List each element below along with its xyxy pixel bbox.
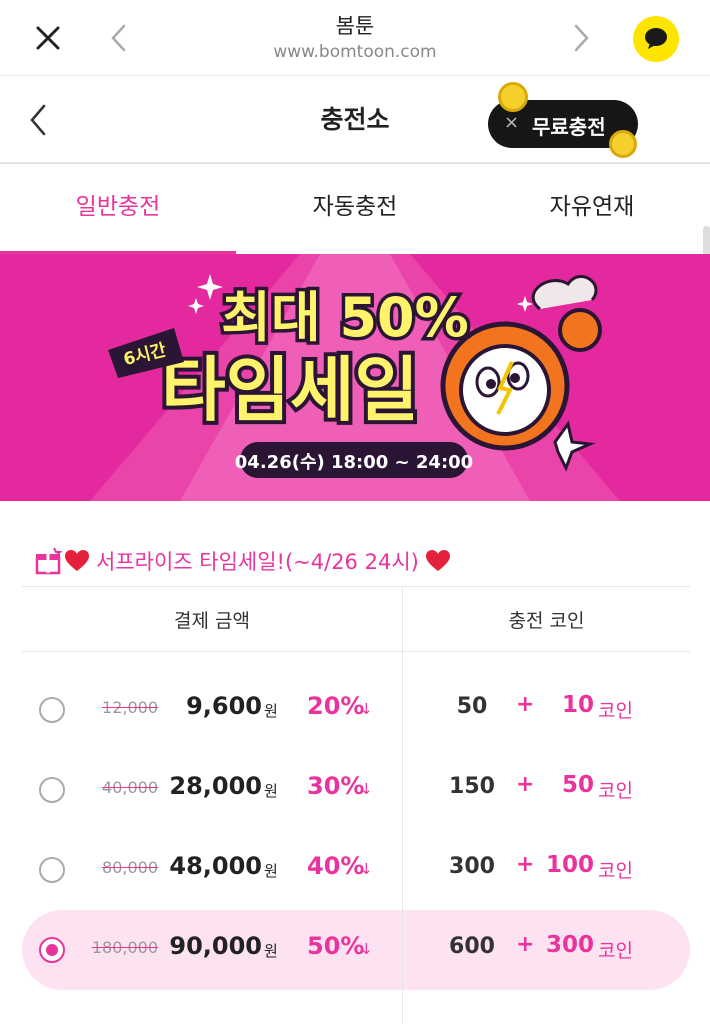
- banner-art: 최대 50% 타임세일 6시간 04.26(수) 18:00 ~ 24:00: [90, 254, 620, 501]
- header-payment: 결제 금액: [174, 610, 250, 632]
- charge-tabs: 일반충전 자동충전 자유연재: [0, 164, 710, 254]
- base-coins: 300: [449, 854, 495, 879]
- sale-price: 9,600: [186, 692, 262, 720]
- currency-unit: 원: [264, 942, 278, 960]
- radio-dot: [46, 944, 58, 956]
- coin-unit: 코인: [598, 860, 633, 882]
- coin-unit: 코인: [598, 700, 633, 722]
- currency-unit: 원: [264, 702, 278, 720]
- price-row-selected[interactable]: 180,000 90,000 원 50% ↓ 600 + 300 코인: [22, 910, 690, 990]
- currency-unit: 원: [264, 862, 278, 880]
- discount-rate: 20%: [307, 692, 365, 720]
- radio-button[interactable]: [39, 777, 65, 803]
- banner-headline: 최대 50%: [221, 286, 468, 349]
- divider: [22, 586, 690, 587]
- coin-icon: [498, 82, 528, 112]
- column-divider: [402, 586, 403, 1024]
- base-coins: 50: [456, 694, 488, 719]
- page-header: 충전소 × 무료충전 C: [0, 76, 710, 210]
- free-charge-label: 무료충전: [532, 115, 606, 139]
- bonus-coins: 10: [561, 692, 594, 718]
- price-row[interactable]: 12,000 9,600 원 20% ↓ 50 + 10 코인: [22, 670, 690, 750]
- radio-button[interactable]: [39, 857, 65, 883]
- price-row[interactable]: 40,000 28,000 원 30% ↓ 150 + 50 코인: [22, 750, 690, 830]
- price-table: 결제 금액 충전 코인 12,000 9,600 원 20% ↓ 50 + 10…: [22, 586, 690, 1024]
- banner-title: 타임세일: [161, 349, 419, 431]
- time-sale-banner[interactable]: 최대 50% 타임세일 6시간 04.26(수) 18:00 ~ 24:00: [0, 254, 710, 501]
- sale-price: 28,000: [169, 772, 262, 800]
- plus-sign: +: [516, 852, 535, 877]
- discount-rate: 40%: [307, 852, 365, 880]
- header-coins: 충전 코인: [508, 610, 585, 632]
- promo-title: 서프라이즈 타임세일!(~4/26 24시): [34, 544, 451, 578]
- original-price: 40,000: [102, 778, 158, 797]
- browser-url[interactable]: www.bomtoon.com: [0, 42, 710, 62]
- bonus-coins: 50: [561, 772, 594, 798]
- currency-unit: 원: [264, 782, 278, 800]
- heart-icon: [425, 550, 450, 571]
- radio-button-checked[interactable]: [39, 937, 65, 963]
- plus-sign: +: [516, 772, 535, 797]
- radio-button[interactable]: [39, 697, 65, 723]
- down-arrow-icon: ↓: [360, 860, 373, 878]
- original-price: 180,000: [91, 938, 158, 957]
- bonus-coins: 100: [545, 852, 594, 878]
- heart-icon: [65, 550, 89, 571]
- bonus-coins: 300: [545, 932, 594, 958]
- discount-rate: 30%: [307, 772, 365, 800]
- coin-unit: 코인: [598, 780, 633, 802]
- kakao-talk-button[interactable]: [633, 16, 679, 62]
- original-price: 12,000: [102, 698, 158, 717]
- sale-price: 48,000: [169, 852, 262, 880]
- kakao-talk-icon: [645, 28, 667, 49]
- down-arrow-icon: ↓: [360, 700, 373, 718]
- plus-sign: +: [516, 932, 535, 957]
- close-popup-icon[interactable]: ×: [504, 112, 519, 133]
- coin-unit: 코인: [598, 940, 633, 962]
- tab-auto-charge[interactable]: 자동충전: [237, 164, 473, 254]
- gift-icon: [35, 547, 63, 575]
- tab-normal-charge[interactable]: 일반충전: [0, 164, 236, 254]
- divider: [22, 651, 690, 652]
- sale-price: 90,000: [169, 932, 262, 960]
- base-coins: 150: [449, 774, 495, 799]
- promo-text: 서프라이즈 타임세일!(~4/26 24시): [96, 550, 419, 574]
- forward-icon[interactable]: [566, 20, 596, 56]
- original-price: 80,000: [102, 858, 158, 877]
- browser-bar: 봄툰 www.bomtoon.com: [0, 0, 710, 76]
- coin-icon: [609, 130, 637, 158]
- tab-free-serial[interactable]: 자유연재: [474, 164, 710, 254]
- price-row[interactable]: 80,000 48,000 원 40% ↓ 300 + 100 코인: [22, 830, 690, 910]
- discount-rate: 50%: [307, 932, 365, 960]
- down-arrow-icon: ↓: [360, 940, 373, 958]
- browser-title: 봄툰: [335, 14, 375, 38]
- down-arrow-icon: ↓: [360, 780, 373, 798]
- base-coins: 600: [449, 934, 495, 959]
- banner-period: 04.26(수) 18:00 ~ 24:00: [235, 452, 473, 473]
- plus-sign: +: [516, 692, 535, 717]
